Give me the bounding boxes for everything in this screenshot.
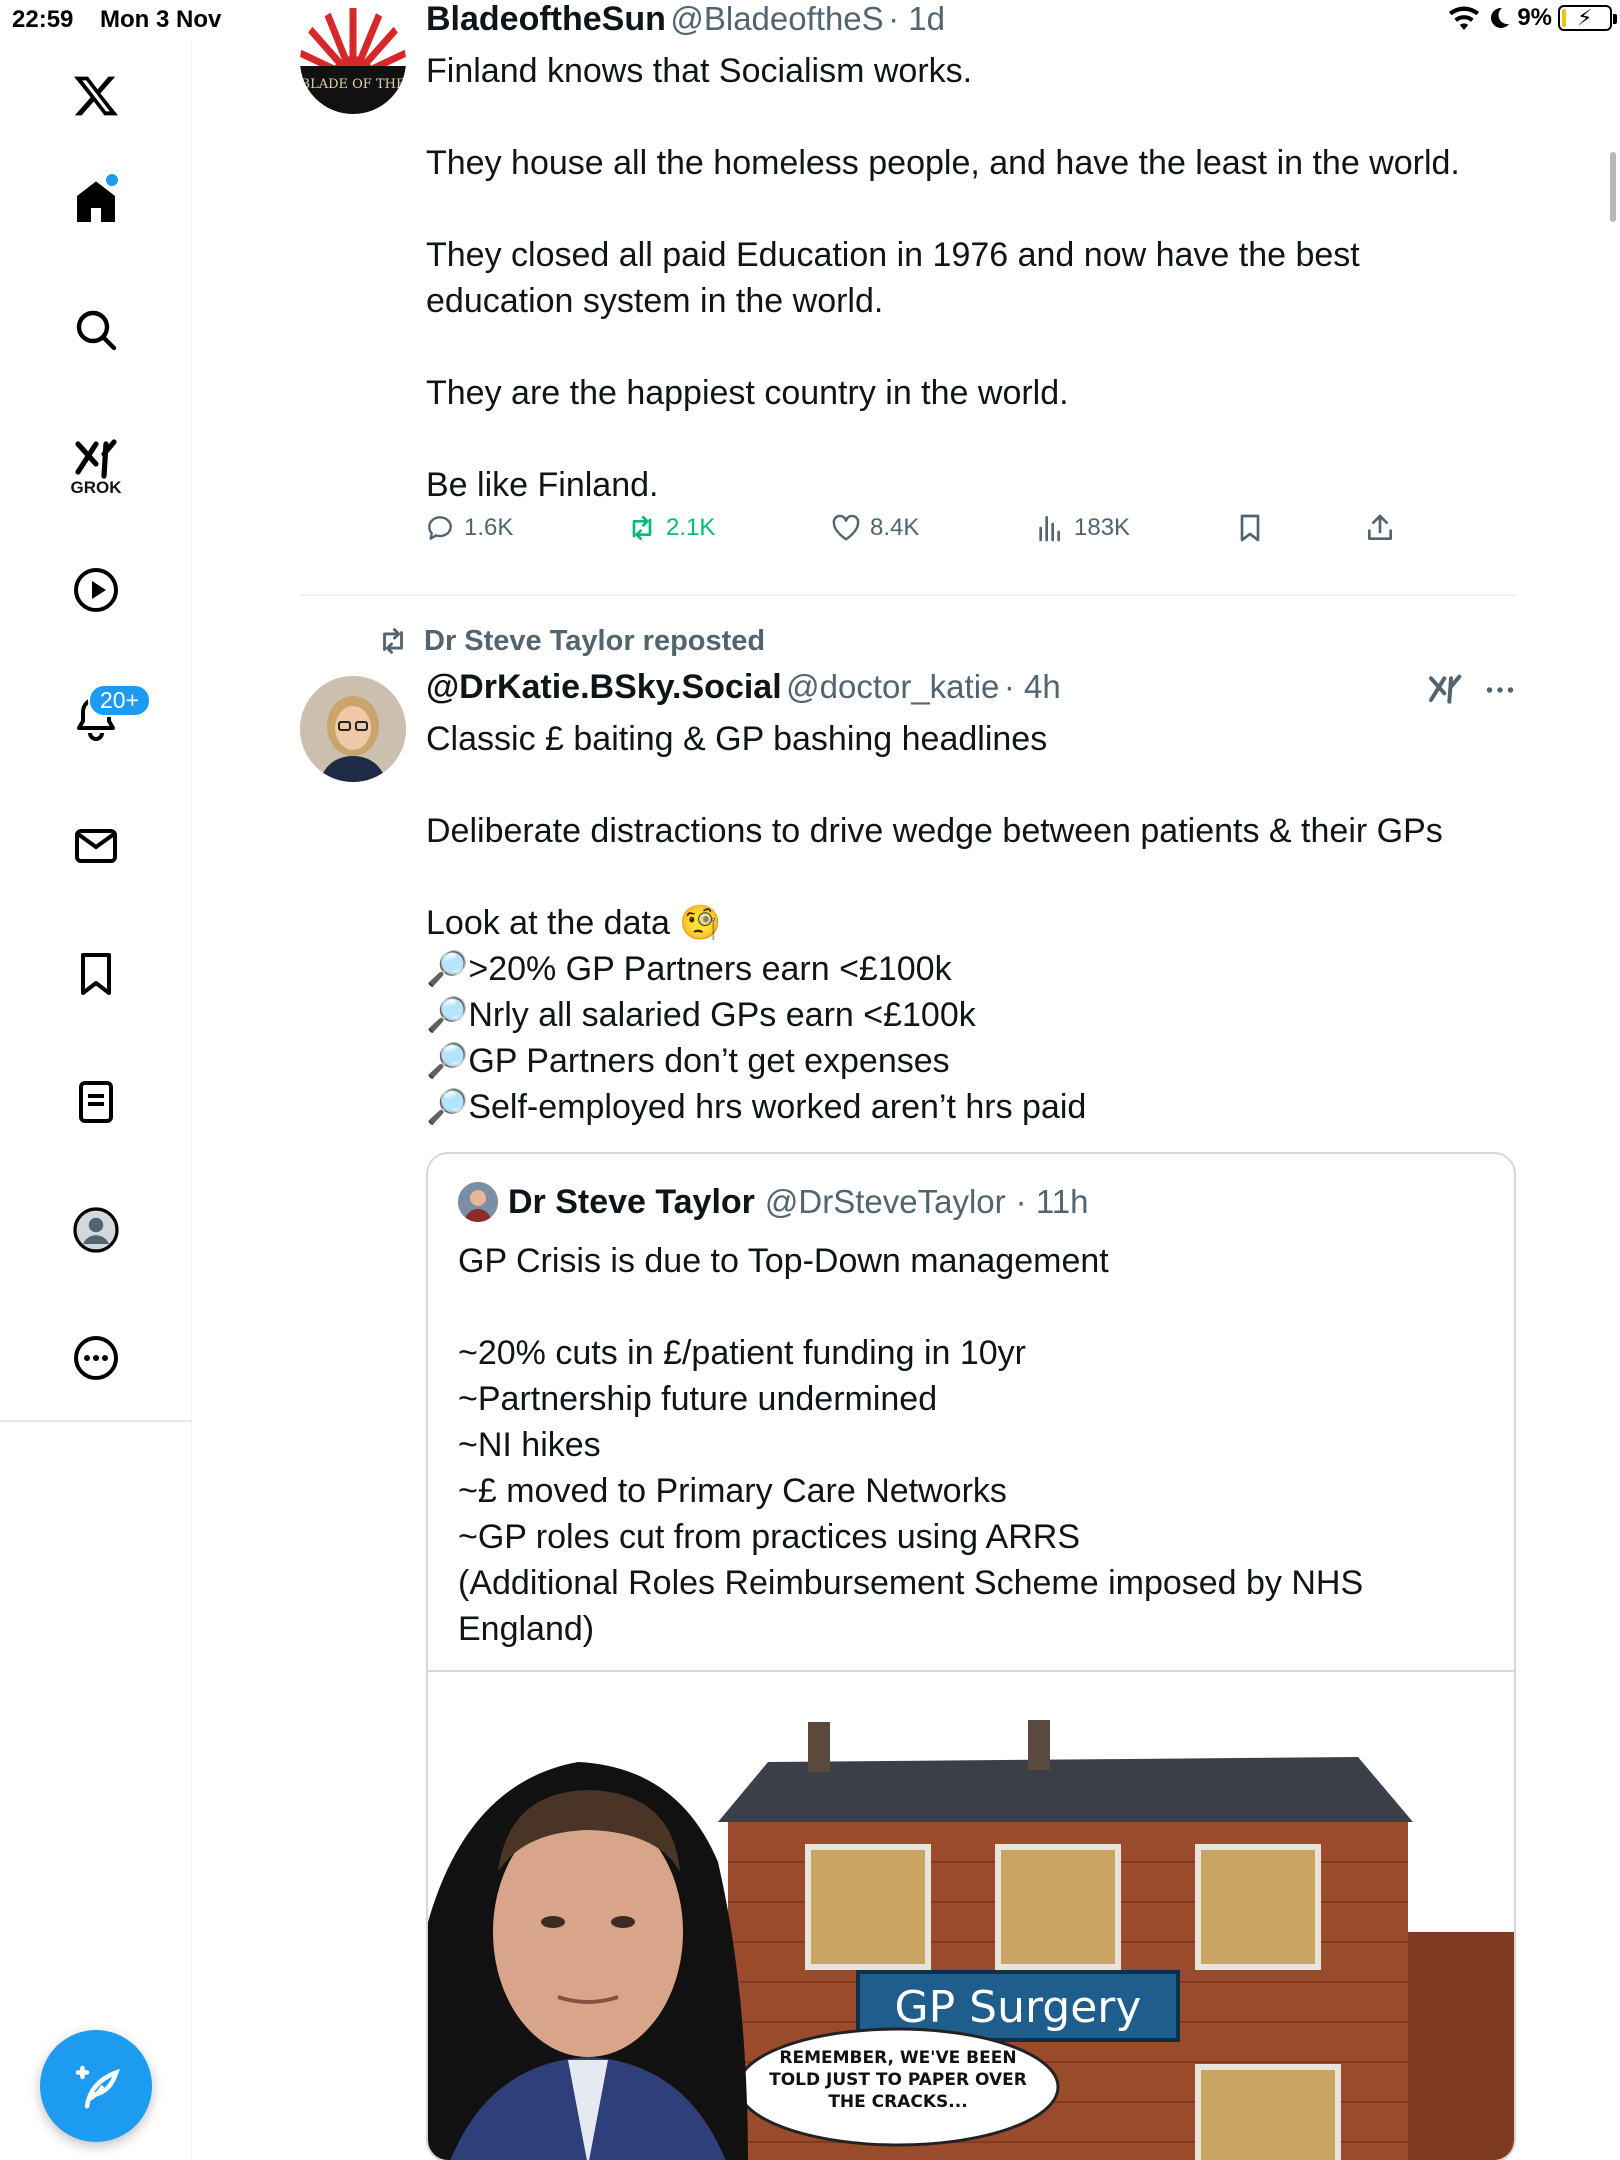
author-handle[interactable]: @BladeoftheS: [670, 0, 883, 37]
author-name[interactable]: @DrKatie.BSky.Social: [426, 668, 782, 706]
wifi-icon: [1449, 6, 1480, 31]
like-button[interactable]: 8.4K: [830, 512, 919, 544]
post-time[interactable]: · 4h: [1004, 668, 1061, 705]
scrollbar[interactable]: [1610, 152, 1616, 222]
quote-post-time[interactable]: · 11h: [1016, 1183, 1089, 1221]
tweet2-header: @DrKatie.BSky.Social @doctor_katie · 4h: [426, 668, 1061, 707]
repost-context[interactable]: Dr Steve Taylor reposted: [376, 624, 765, 658]
home-notification-dot: [106, 174, 118, 186]
grok-explain-icon[interactable]: [1426, 670, 1466, 710]
status-icons: 9% ⚡: [1447, 4, 1617, 32]
repost-label: Dr Steve Taylor reposted: [424, 624, 766, 657]
more-icon[interactable]: [60, 1322, 132, 1394]
moon-icon: [1491, 7, 1510, 28]
profile-icon[interactable]: [60, 1194, 132, 1266]
search-icon[interactable]: [60, 294, 132, 366]
repost-button[interactable]: 2.1K: [626, 512, 715, 544]
home-icon[interactable]: [60, 166, 132, 238]
author-name[interactable]: BladeoftheSun: [426, 0, 666, 38]
video-icon[interactable]: [60, 554, 132, 626]
heart-icon: [832, 514, 860, 541]
bookmarks-icon[interactable]: [60, 938, 132, 1010]
share-icon: [1368, 514, 1392, 540]
messages-icon[interactable]: [60, 810, 132, 882]
avatar-bladeofthesun[interactable]: BLADE OF THE: [300, 8, 406, 114]
repost-icon: [632, 516, 652, 540]
quote-body: GP Crisis is due to Top-Down management …: [458, 1242, 1364, 1648]
quoted-tweet[interactable]: Dr Steve Taylor @DrSteveTaylor · 11h GP …: [426, 1152, 1516, 2160]
speech-bubble-text: REMEMBER, WE'VE BEEN TOLD JUST TO PAPER …: [769, 2048, 1027, 2112]
grok-label: GROK: [70, 478, 122, 497]
post-time[interactable]: · 1d: [888, 0, 945, 37]
compose-feather-icon: [75, 2065, 120, 2109]
repost-count: 2.1K: [666, 514, 716, 541]
rising-sun-avatar-image: BLADE OF THE: [300, 8, 406, 114]
quote-avatar[interactable]: [458, 1182, 498, 1222]
compose-post-button[interactable]: [40, 2030, 152, 2142]
quote-author-handle[interactable]: @DrSteveTaylor: [765, 1183, 1006, 1221]
tweet1-body: Finland knows that Socialism works. They…: [426, 52, 1460, 504]
like-count: 8.4K: [870, 514, 920, 541]
gp-surgery-cartoon: GP Surgery REMEMBER, WE'VE BEEN TOLD JUS…: [428, 1720, 1514, 2160]
lists-icon[interactable]: [60, 1066, 132, 1138]
bookmark-button[interactable]: [1234, 512, 1266, 544]
views-button[interactable]: 183K: [1034, 512, 1130, 544]
notifications-badge: 20+: [88, 684, 152, 717]
quote-author-name[interactable]: Dr Steve Taylor: [508, 1183, 755, 1222]
avatar-text: BLADE OF THE: [301, 77, 406, 92]
tweet-divider: [300, 594, 1515, 596]
reply-icon: [428, 516, 452, 540]
sidebar: GROK 20+: [0, 40, 192, 2160]
avatar-drkatie[interactable]: [300, 676, 406, 782]
views-count: 183K: [1074, 514, 1131, 541]
reply-button[interactable]: 1.6K: [424, 512, 513, 544]
status-date: Mon 3 Nov: [100, 6, 222, 33]
repost-icon: [383, 628, 403, 654]
quote-header: Dr Steve Taylor @DrSteveTaylor · 11h: [458, 1182, 1088, 1222]
quote-image[interactable]: GP Surgery REMEMBER, WE'VE BEEN TOLD JUS…: [428, 1670, 1514, 2160]
tweet1-header: BladeoftheSun @BladeoftheS · 1d: [426, 0, 945, 39]
battery-icon: ⚡: [1558, 5, 1617, 31]
status-time: 22:59: [12, 6, 74, 33]
person-avatar-image: [300, 676, 406, 782]
more-options-icon[interactable]: [1480, 672, 1520, 708]
share-button[interactable]: [1364, 512, 1396, 544]
battery-percent: 9%: [1517, 4, 1552, 31]
x-logo-icon[interactable]: [60, 60, 132, 132]
bookmark-icon: [1240, 514, 1260, 542]
sidebar-divider: [0, 1420, 192, 1422]
surgery-sign-text: GP Surgery: [895, 1982, 1142, 2033]
author-handle[interactable]: @doctor_katie: [786, 668, 999, 705]
tweet2-body: Classic £ baiting & GP bashing headlines…: [426, 720, 1443, 1126]
reply-count: 1.6K: [464, 514, 514, 541]
views-chart-icon: [1039, 516, 1060, 542]
